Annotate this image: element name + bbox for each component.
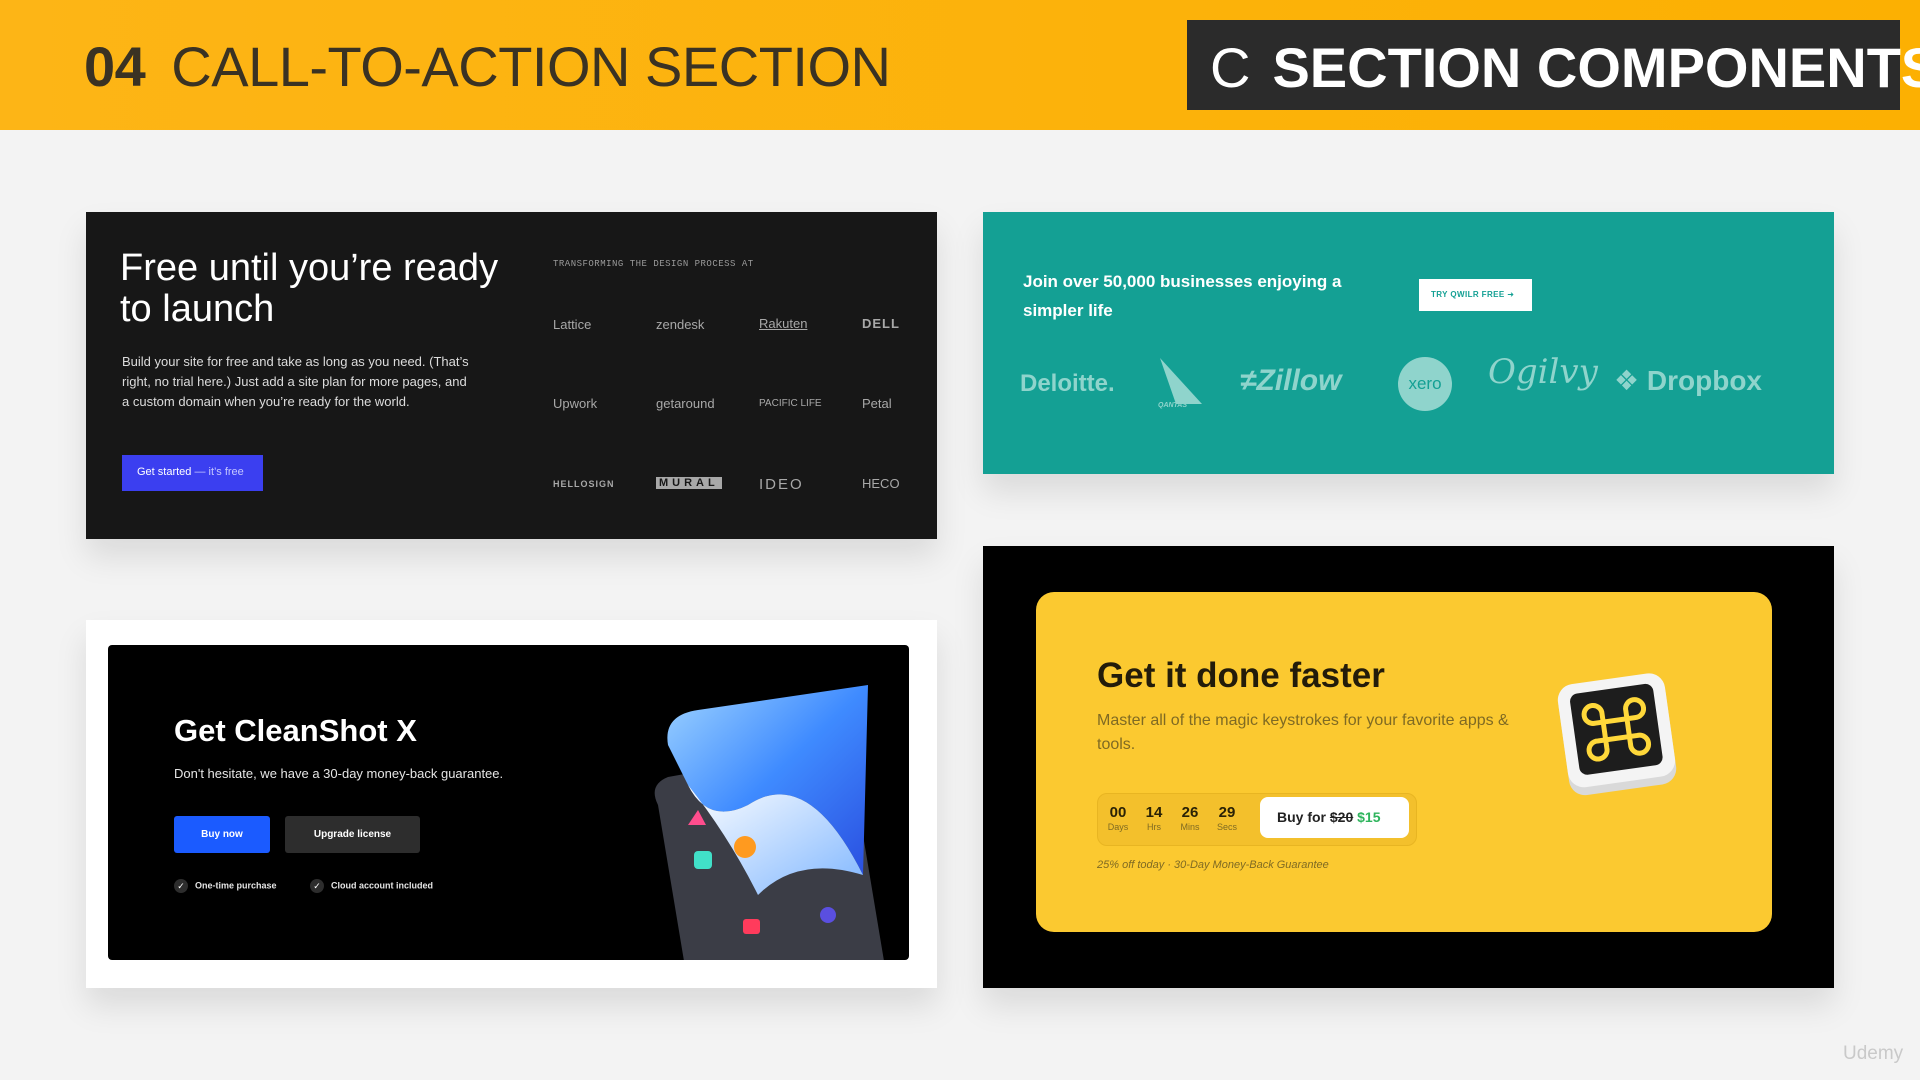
buy-prefix: Buy for <box>1277 809 1326 825</box>
guarantee-note: 25% off today · 30-Day Money-Back Guaran… <box>1097 859 1329 871</box>
feature-cloud: ✓ Cloud account included <box>310 879 433 893</box>
countdown-minutes: 26 Mins <box>1173 804 1207 832</box>
xero-logo: xero <box>1398 357 1452 411</box>
countdown-hours: 14 Hrs <box>1137 804 1171 832</box>
launch-title: Free until you’re ready to launch <box>120 247 499 330</box>
launch-cta-card: Free until you’re ready to launch Build … <box>86 212 937 539</box>
logos-kicker: TRANSFORMING THE DESIGN PROCESS AT <box>553 259 754 269</box>
cleanshot-title: Get CleanShot X <box>174 713 417 748</box>
petal-logo: Petal <box>862 396 892 411</box>
kangaroo-tail-icon <box>1160 358 1202 404</box>
upgrade-license-button[interactable]: Upgrade license <box>285 816 420 853</box>
new-price: $15 <box>1357 809 1381 825</box>
deloitte-logo: Deloitte. <box>1020 370 1115 397</box>
countdown-label: Secs <box>1216 822 1237 832</box>
lesson-number: 04 <box>84 35 146 98</box>
cleanshot-subtitle: Don't hesitate, we have a 30-day money-b… <box>174 766 504 781</box>
get-started-button[interactable]: Get started — it’s free <box>122 455 263 491</box>
countdown-value: 00 <box>1109 804 1127 821</box>
dropbox-logo: ❖ Dropbox <box>1614 364 1762 397</box>
dropbox-wordmark: Dropbox <box>1646 365 1762 396</box>
cleanshot-panel: Get CleanShot X Don't hesitate, we have … <box>108 645 909 960</box>
xero-wordmark: xero <box>1408 374 1442 393</box>
rakuten-logo: Rakuten <box>759 316 808 331</box>
command-key-icon <box>1557 673 1677 796</box>
old-price: $20 <box>1329 809 1354 825</box>
try-qwilr-button[interactable]: TRY QWILR FREE ➜ <box>1419 279 1532 311</box>
businesses-headline: Join over 50,000 businesses enjoying a s… <box>1023 272 1342 320</box>
countdown-value: 29 <box>1218 804 1236 821</box>
qantas-wordmark: QANTAS <box>1158 402 1188 409</box>
lattice-logo: Lattice <box>553 317 592 332</box>
countdown-timer: 00 Days 14 Hrs 26 Mins 29 Secs Buy for $20 $… <box>1097 793 1417 846</box>
getaround-logo: getaround <box>656 396 715 411</box>
buy-button[interactable]: Buy for $20 $15 <box>1260 797 1409 838</box>
faster-panel: Get it done faster Master all of the mag… <box>1036 592 1772 932</box>
feature-label: Cloud account included <box>331 880 434 891</box>
section-badge: C SECTION COMPONENTS <box>1187 20 1920 110</box>
lesson-title: CALL-TO-ACTION SECTION <box>171 35 891 98</box>
cleanshot-app-icon <box>654 685 884 960</box>
countdown-label: Hrs <box>1147 822 1161 832</box>
zendesk-logo: zendesk <box>656 317 705 332</box>
zillow-wordmark: Zillow <box>1256 364 1342 397</box>
mural-logo: MURAL <box>656 477 722 489</box>
businesses-cta-card: Join over 50,000 businesses enjoying a s… <box>983 212 1834 474</box>
countdown-label: Days <box>1107 822 1129 832</box>
section-letter: C <box>1210 36 1251 99</box>
countdown-value: 14 <box>1145 804 1163 821</box>
udemy-watermark: Udemy <box>1843 1043 1904 1064</box>
arrow-right-icon: ➜ <box>1507 290 1515 299</box>
get-started-suffix: — it’s free <box>194 466 244 478</box>
qantas-logo: QANTAS <box>1156 358 1206 414</box>
countdown-value: 26 <box>1181 804 1199 821</box>
countdown-seconds: 29 Secs <box>1210 804 1244 832</box>
section-title: SECTION COMPONENTS <box>1272 36 1920 99</box>
pacific-life-logo: PACIFIC LIFE <box>759 398 822 409</box>
feature-label: One-time purchase <box>195 880 277 891</box>
check-icon: ✓ <box>310 879 324 893</box>
feature-one-time: ✓ One-time purchase <box>174 879 277 893</box>
dell-logo: DELL <box>862 316 900 331</box>
hellosign-logo: HELLOSIGN <box>553 479 615 489</box>
faster-title: Get it done faster <box>1097 656 1385 695</box>
cleanshot-cta-card: Get CleanShot X Don't hesitate, we have … <box>86 620 937 988</box>
countdown-days: 00 Days <box>1101 804 1135 832</box>
countdown-label: Mins <box>1180 822 1200 832</box>
launch-description: Build your site for free and take as lon… <box>122 354 469 409</box>
dropbox-icon: ❖ <box>1614 365 1640 396</box>
try-qwilr-label: TRY QWILR FREE <box>1431 290 1505 299</box>
upwork-logo: Upwork <box>553 396 598 411</box>
header-banner: 04 CALL-TO-ACTION SECTION C SECTION COMPON… <box>0 0 1920 130</box>
ogilvy-logo: Ogilvy <box>1488 352 1598 392</box>
check-icon: ✓ <box>174 879 188 893</box>
heco-logo: HECO <box>862 476 900 491</box>
faster-subtitle: Master all of the magic keystrokes for y… <box>1097 712 1509 753</box>
ideo-logo: IDEO <box>759 476 804 493</box>
buy-now-button[interactable]: Buy now <box>174 816 270 853</box>
lesson-heading: 04 CALL-TO-ACTION SECTION <box>84 34 891 99</box>
faster-cta-card: Get it done faster Master all of the mag… <box>983 546 1834 988</box>
zillow-logo: ≠Zillow <box>1240 364 1342 397</box>
get-started-label: Get started <box>137 466 192 478</box>
